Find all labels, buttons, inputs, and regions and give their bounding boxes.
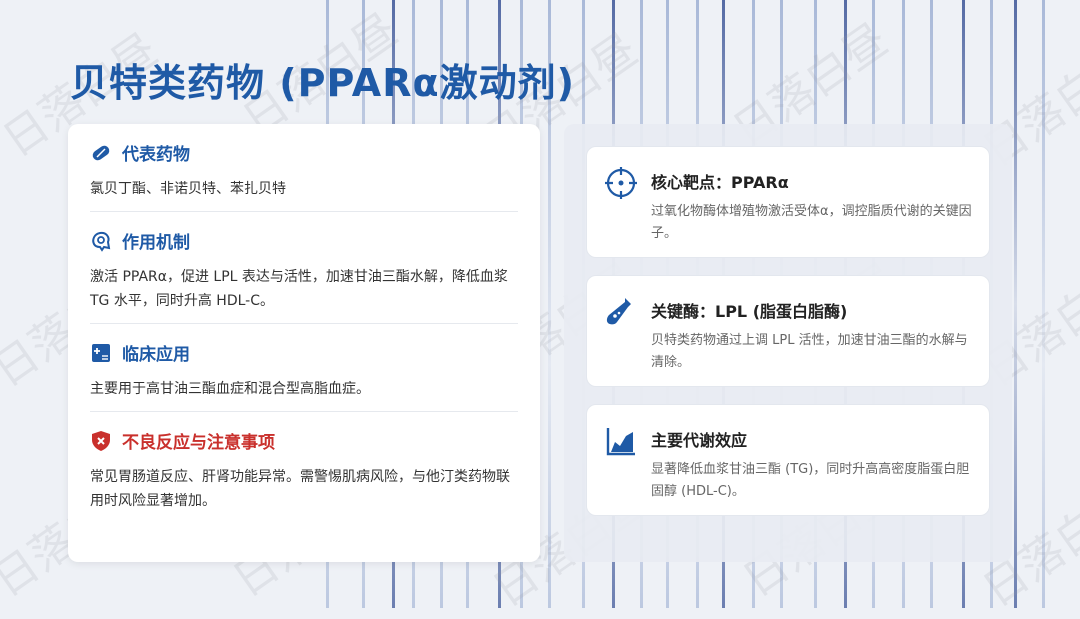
- card-title: 核心靶点：PPARα: [651, 173, 789, 192]
- section-text: 主要用于高甘油三酯血症和混合型高脂血症。: [90, 381, 370, 397]
- crosshair-icon: [605, 167, 637, 199]
- section-title: 作用机制: [122, 233, 190, 253]
- card-text: 贝特类药物通过上调 LPL 活性，加速甘油三酯的水解与清除。: [651, 333, 968, 370]
- card-text: 显著降低血浆甘油三酯 (TG)，同时升高高密度脂蛋白胆固醇 (HDL-C)。: [651, 462, 970, 499]
- shield-alert-icon: [90, 430, 112, 452]
- card-text: 过氧化物酶体增殖物激活受体α，调控脂质代谢的关键因子。: [651, 204, 972, 241]
- section-title: 临床应用: [122, 345, 190, 365]
- section-text: 氯贝丁酯、非诺贝特、苯扎贝特: [90, 181, 286, 197]
- pill-icon: [90, 142, 112, 164]
- page-title: 贝特类药物 (PPARα激动剂): [70, 61, 575, 105]
- brain-gear-icon: [90, 230, 112, 252]
- key-point-card: 主要代谢效应 显著降低血浆甘油三酯 (TG)，同时升高高密度脂蛋白胆固醇 (HD…: [586, 404, 990, 516]
- flask-icon: [605, 296, 637, 328]
- section-title: 不良反应与注意事项: [122, 433, 275, 453]
- medical-file-icon: [90, 342, 112, 364]
- key-points-panel: 核心靶点：PPARα 过氧化物酶体增殖物激活受体α，调控脂质代谢的关键因子。 关…: [564, 124, 1012, 562]
- section-mechanism: 作用机制 激活 PPARα，促进 LPL 表达与活性，加速甘油三酯水解，降低血浆…: [90, 212, 518, 324]
- drug-info-card: 代表药物 氯贝丁酯、非诺贝特、苯扎贝特 作用机制 激活 PPARα，促进 LPL…: [68, 124, 540, 562]
- card-title: 主要代谢效应: [651, 431, 748, 450]
- key-point-card: 核心靶点：PPARα 过氧化物酶体增殖物激活受体α，调控脂质代谢的关键因子。: [586, 146, 990, 258]
- card-title: 关键酶：LPL (脂蛋白脂酶): [651, 302, 848, 321]
- section-adverse-effects: 不良反应与注意事项 常见胃肠道反应、肝肾功能异常。需警惕肌病风险，与他汀类药物联…: [90, 412, 518, 523]
- area-chart-icon: [605, 425, 637, 457]
- section-title: 代表药物: [122, 145, 190, 165]
- section-text: 常见胃肠道反应、肝肾功能异常。需警惕肌病风险，与他汀类药物联用时风险显著增加。: [90, 469, 510, 509]
- section-clinical-use: 临床应用 主要用于高甘油三酯血症和混合型高脂血症。: [90, 324, 518, 412]
- section-representative-drugs: 代表药物 氯贝丁酯、非诺贝特、苯扎贝特: [90, 124, 518, 212]
- key-point-card: 关键酶：LPL (脂蛋白脂酶) 贝特类药物通过上调 LPL 活性，加速甘油三酯的…: [586, 275, 990, 387]
- section-text: 激活 PPARα，促进 LPL 表达与活性，加速甘油三酯水解，降低血浆 TG 水…: [90, 269, 508, 309]
